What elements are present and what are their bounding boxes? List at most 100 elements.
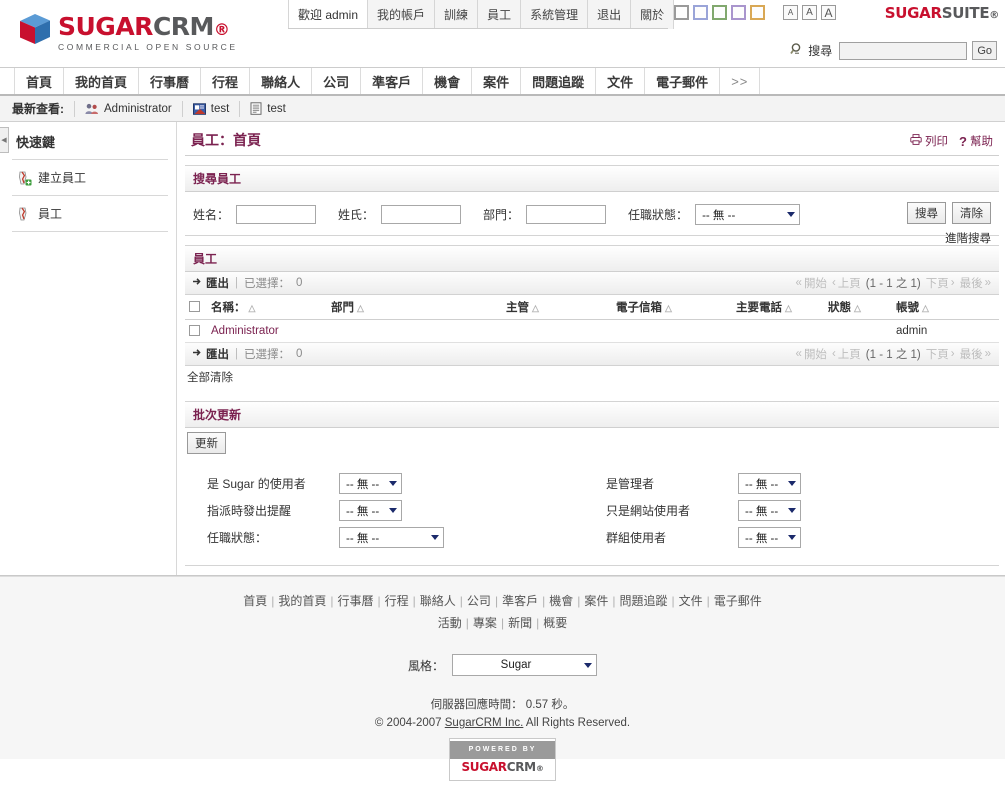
chevron-down-icon <box>385 474 401 493</box>
search-button[interactable]: 搜尋 <box>907 202 946 224</box>
employee-name-link[interactable]: Administrator <box>211 325 279 337</box>
recent-item-contact-test[interactable]: test <box>181 100 240 117</box>
nav-tab-activities[interactable]: 行程 <box>200 68 249 94</box>
nav-tab-bug-tracker[interactable]: 問題追蹤 <box>520 68 595 94</box>
footer-link-projects[interactable]: 專案 <box>473 616 497 630</box>
employment-status-mu-select[interactable]: -- 無 -- <box>339 527 444 548</box>
sort-icon: △ <box>357 303 364 313</box>
recent-item-administrator[interactable]: Administrator <box>74 100 182 117</box>
mass-update-button[interactable]: 更新 <box>187 432 226 454</box>
sort-icon: △ <box>922 303 929 313</box>
advanced-search-link[interactable]: 進階搜尋 <box>907 230 991 246</box>
nav-tab-leads[interactable]: 準客戶 <box>360 68 422 94</box>
pagination-prev-link[interactable]: ‹ 上頁 <box>832 346 861 362</box>
footer-separator: | <box>542 594 546 608</box>
nav-tab-documents[interactable]: 文件 <box>595 68 644 94</box>
footer-link-documents[interactable]: 文件 <box>679 594 703 608</box>
select-all-checkbox[interactable] <box>189 301 200 313</box>
footer-link-bug-tracker[interactable]: 問題追蹤 <box>619 594 667 608</box>
footer-link-dashboard[interactable]: 概要 <box>543 616 567 630</box>
sidebar-item-employees[interactable]: 員工 <box>12 196 168 232</box>
footer-link-activities-2[interactable]: 活動 <box>438 616 462 630</box>
pagination-start-link[interactable]: «開始 <box>796 275 827 291</box>
nav-tab-my-home[interactable]: 我的首頁 <box>63 68 138 94</box>
department-label: 部門： <box>483 208 520 222</box>
help-link[interactable]: ? 幫助 <box>959 133 993 149</box>
print-link[interactable]: 列印 <box>910 133 948 149</box>
chevron-down-icon <box>385 501 401 520</box>
column-supervisor[interactable]: 主管 △ <box>502 295 612 320</box>
top-tab-admin[interactable]: 系統管理 <box>521 0 589 29</box>
global-search-go-button[interactable]: Go <box>972 41 997 60</box>
footer-link-my-home[interactable]: 我的首頁 <box>278 594 326 608</box>
theme-swatch-blue[interactable] <box>693 5 708 20</box>
row-checkbox[interactable] <box>189 325 200 337</box>
footer-link-emails[interactable]: 電子郵件 <box>714 594 762 608</box>
top-tab-my-account[interactable]: 我的帳戶 <box>368 0 436 29</box>
footer-link-contacts[interactable]: 聯絡人 <box>420 594 456 608</box>
footer-link-activities[interactable]: 行程 <box>385 594 409 608</box>
is-admin-select[interactable]: -- 無 -- <box>738 473 801 494</box>
nav-tab-contacts[interactable]: 聯絡人 <box>249 68 311 94</box>
chevron-down-icon <box>782 205 799 224</box>
font-size-small-button[interactable]: A <box>783 5 798 20</box>
nav-tab-calendar[interactable]: 行事曆 <box>138 68 200 94</box>
portal-only-select[interactable]: -- 無 -- <box>738 500 801 521</box>
footer-link-home[interactable]: 首頁 <box>243 594 267 608</box>
department-input[interactable] <box>526 205 607 224</box>
column-phone[interactable]: 主要電話 △ <box>732 295 824 320</box>
pagination-start-link[interactable]: «開始 <box>796 346 827 362</box>
top-tab-employees[interactable]: 員工 <box>478 0 522 29</box>
footer-link-leads[interactable]: 準客戶 <box>502 594 538 608</box>
column-department[interactable]: 部門 △ <box>327 295 502 320</box>
employment-status-select[interactable]: -- 無 -- <box>695 204 801 225</box>
column-username[interactable]: 帳號 △ <box>892 295 999 320</box>
theme-swatch-gray[interactable] <box>674 5 689 20</box>
top-tab-welcome-admin[interactable]: 歡迎 admin <box>288 0 369 29</box>
export-link[interactable]: 匯出 <box>193 275 229 291</box>
is-sugar-user-select[interactable]: -- 無 -- <box>339 473 402 494</box>
nav-tab-emails[interactable]: 電子郵件 <box>644 68 719 94</box>
nav-tab-accounts[interactable]: 公司 <box>311 68 360 94</box>
nav-tab-opportunities[interactable]: 機會 <box>422 68 471 94</box>
footer-separator: | <box>500 616 505 630</box>
theme-swatch-green[interactable] <box>712 5 727 20</box>
footer-link-opportunities[interactable]: 機會 <box>549 594 573 608</box>
font-size-medium-button[interactable]: A <box>802 5 817 20</box>
footer-link-accounts[interactable]: 公司 <box>467 594 491 608</box>
export-link-bottom[interactable]: 匯出 <box>193 346 229 362</box>
sidebar-collapse-icon[interactable]: ◀ <box>0 127 9 153</box>
nav-tab-home[interactable]: 首頁 <box>14 68 63 94</box>
theme-swatch-purple[interactable] <box>731 5 746 20</box>
footer-link-calendar[interactable]: 行事曆 <box>338 594 374 608</box>
nav-tab-more[interactable]: >> <box>719 68 761 94</box>
theme-select[interactable]: Sugar <box>452 654 597 676</box>
column-name[interactable]: 名稱： △ <box>207 295 327 320</box>
pagination-last-link[interactable]: 最後» <box>960 346 991 362</box>
column-email[interactable]: 電子信箱 △ <box>612 295 732 320</box>
recent-item-document-test[interactable]: test <box>239 100 296 117</box>
font-size-large-button[interactable]: A <box>821 5 836 20</box>
pagination-last-link[interactable]: 最後» <box>960 275 991 291</box>
first-name-input[interactable] <box>236 205 317 224</box>
global-search-input[interactable] <box>839 41 968 60</box>
last-name-input[interactable] <box>381 205 462 224</box>
column-status[interactable]: 狀態 △ <box>824 295 892 320</box>
group-user-select[interactable]: -- 無 -- <box>738 527 801 548</box>
top-tab-logout[interactable]: 退出 <box>588 0 632 29</box>
pagination-prev-link[interactable]: ‹ 上頁 <box>832 275 861 291</box>
nav-tab-cases[interactable]: 案件 <box>471 68 520 94</box>
clear-button[interactable]: 清除 <box>952 202 991 224</box>
pagination-next-link[interactable]: 下頁 › <box>926 275 955 291</box>
footer-link-news[interactable]: 新聞 <box>508 616 532 630</box>
top-tab-training[interactable]: 訓練 <box>435 0 479 29</box>
pagination-next-link[interactable]: 下頁 › <box>926 346 955 362</box>
sidebar-item-create-employee[interactable]: 建立員工 <box>12 160 168 196</box>
footer-link-cases[interactable]: 案件 <box>584 594 608 608</box>
theme-swatch-orange[interactable] <box>750 5 765 20</box>
clear-all-link[interactable]: 全部清除 <box>185 366 999 392</box>
sugarcrm-inc-link[interactable]: SugarCRM Inc. <box>445 717 524 729</box>
powered-by-label: POWERED BY <box>450 741 555 759</box>
notify-on-assign-select[interactable]: -- 無 -- <box>339 500 402 521</box>
top-tab-about[interactable]: 關於 <box>631 0 675 29</box>
